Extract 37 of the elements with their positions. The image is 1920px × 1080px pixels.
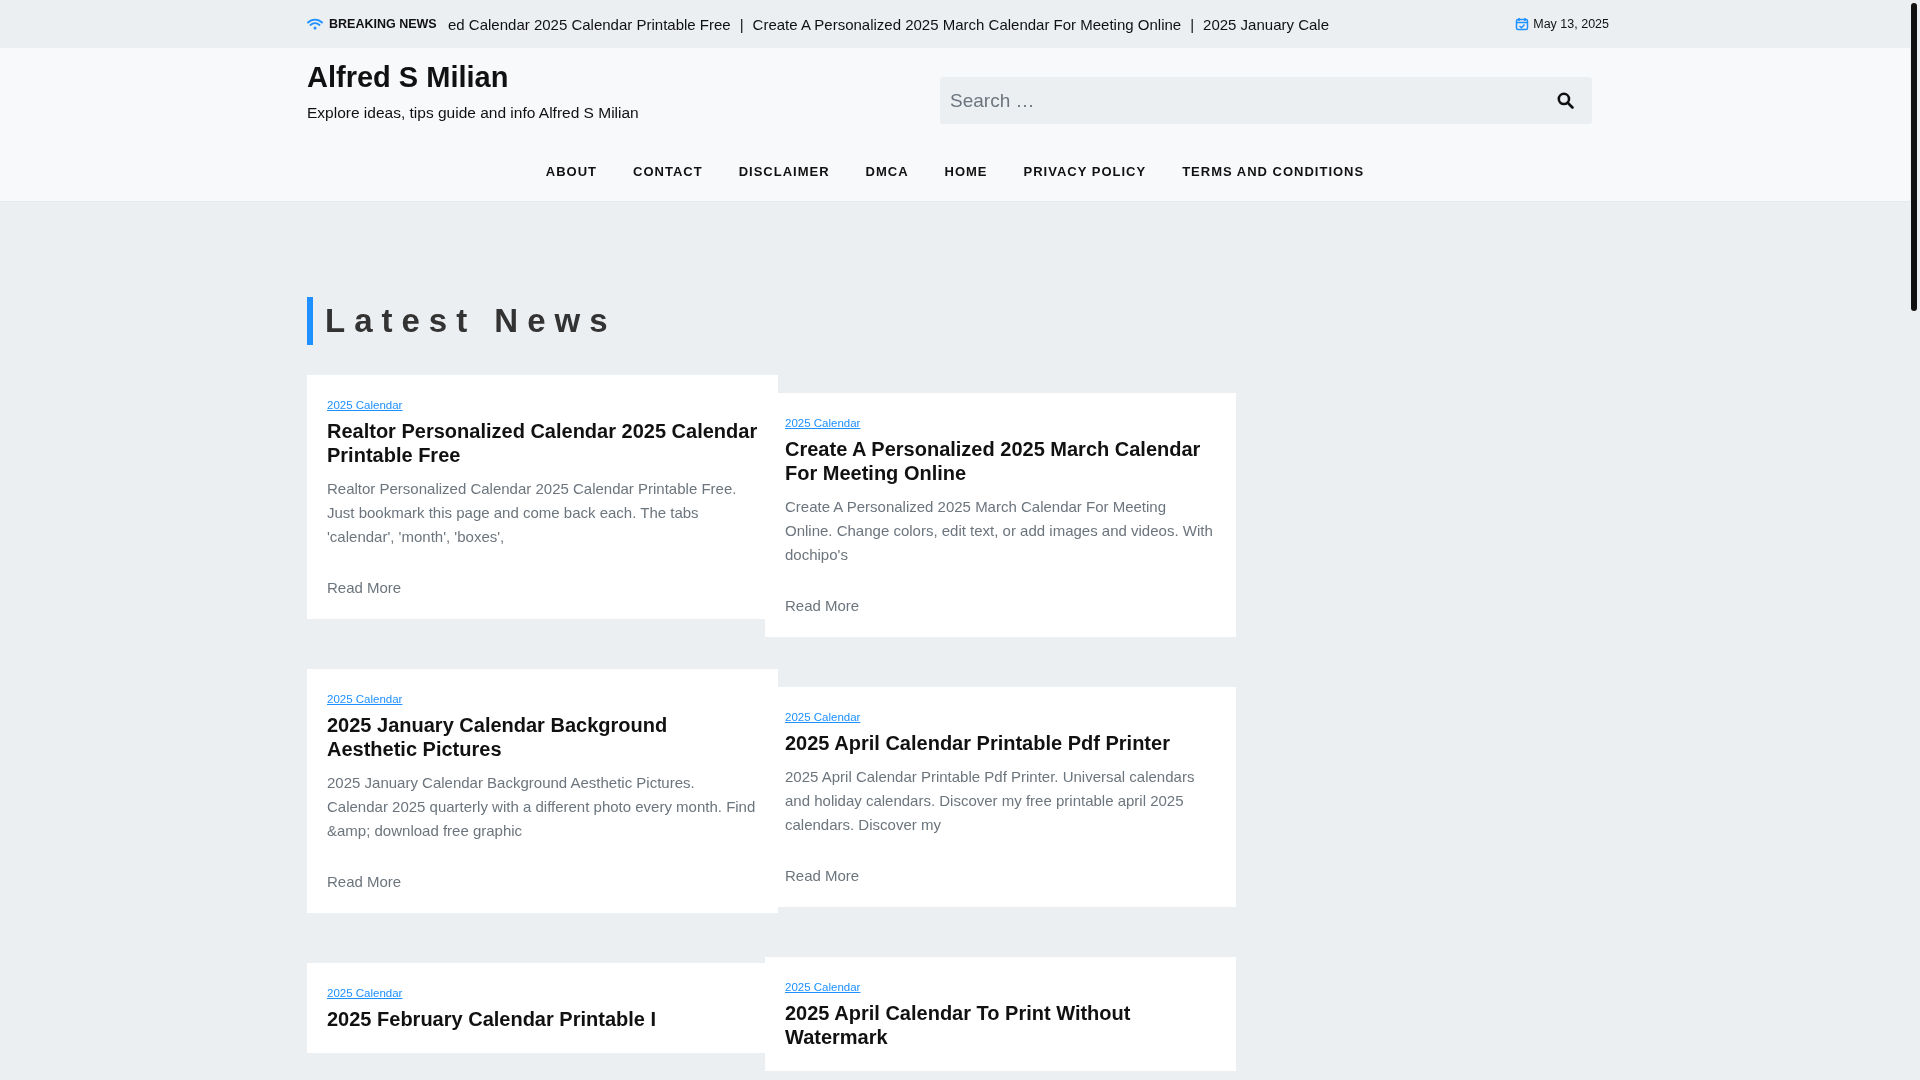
section-heading: Latest News — [325, 302, 617, 340]
post-excerpt: 2025 January Calendar Background Aesthetic Pictures. Calendar 2025 quarterly with a different photo every month. Find &amp; download free graphic — [327, 773, 757, 841]
ticker-separator: | — [739, 15, 744, 33]
post-title[interactable]: 2025 February Calendar Printable I — [327, 1007, 758, 1031]
read-more-link[interactable]: Read More — [785, 867, 860, 884]
nav-link[interactable]: DMCA — [847, 164, 927, 179]
nav-link[interactable]: ABOUT — [527, 164, 616, 179]
nav-link[interactable]: CONTACT — [615, 164, 721, 179]
read-more-link[interactable]: Read More — [327, 579, 402, 596]
post-excerpt: Create A Personalized 2025 March Calendar For Meeting Online. Change colors, edit text, or add images and videos. With dochipo's — [785, 497, 1214, 565]
nav-link[interactable]: PRIVACY POLICY — [1005, 164, 1165, 179]
wifi-icon — [307, 18, 323, 30]
ticker-separator: | — [1190, 15, 1195, 33]
calendar-check-icon — [1515, 17, 1530, 31]
post-excerpt: 2025 April Calendar Printable Pdf Printer. Universal calendars and holiday calendars. Discover my free printable april 2025 calendars. Discover my — [785, 767, 1196, 835]
heading-accent-bar — [307, 297, 313, 345]
scrollbar-thumb[interactable] — [1911, 3, 1917, 311]
site-tagline: Explore ideas, tips guide and info Alfred S Milian — [307, 104, 639, 122]
current-date: May 13, 2025 — [1533, 17, 1609, 31]
ticker-link[interactable]: Create A Personalized 2025 March Calendar For Meeting Online — [752, 15, 1182, 33]
nav-link[interactable]: TERMS AND CONDITIONS — [1164, 164, 1383, 179]
post-excerpt: Realtor Personalized Calendar 2025 Calendar Printable Free. Just bookmark this page and come back each. The tabs 'calendar', 'month', 'boxes', — [327, 479, 738, 547]
nav-link[interactable]: DISCLAIMER — [720, 164, 848, 179]
post-title[interactable]: 2025 April Calendar Printable Pdf Printer — [785, 731, 1216, 755]
read-more-link[interactable]: Read More — [327, 873, 402, 890]
post-title[interactable]: 2025 April Calendar To Print Without Watermark — [785, 1001, 1216, 1049]
search-field[interactable]: Search … — [940, 77, 1592, 124]
post-title[interactable]: Create A Personalized 2025 March Calendar For Meeting Online — [785, 437, 1216, 485]
ticker-link[interactable]: ed Calendar 2025 Calendar Printable Free — [448, 15, 731, 33]
post-title[interactable]: Realtor Personalized Calendar 2025 Calendar Printable Free — [327, 419, 758, 467]
site-title[interactable]: Alfred S Milian — [307, 61, 509, 94]
breaking-news-label: BREAKING NEWS — [329, 17, 437, 31]
post-title[interactable]: 2025 January Calendar Background Aesthetic Pictures — [327, 713, 758, 761]
ticker-link[interactable]: 2025 January Cale — [1203, 15, 1329, 33]
nav-link[interactable]: HOME — [926, 164, 1006, 179]
search-icon[interactable] — [1557, 92, 1574, 109]
read-more-link[interactable]: Read More — [785, 597, 860, 614]
